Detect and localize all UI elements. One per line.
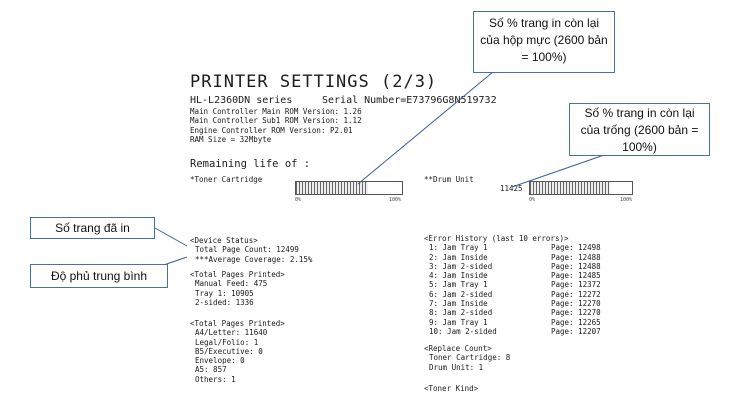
drum-level-empty [609, 182, 632, 194]
error-row: 4: Jam Inside Page: 12485 [424, 271, 601, 281]
version-line: RAM Size = 32Mbyte [190, 134, 272, 144]
error-row: 1: Jam Tray 1 Page: 12498 [424, 243, 601, 253]
total-pages-section: <Total Pages Printed> Manual Feed: 475 T… [190, 270, 285, 307]
error-label: 7: Jam Inside [429, 299, 488, 309]
status-row: Envelope: 0 [195, 356, 245, 366]
replace-count-section: <Replace Count> Toner Cartridge: 8 Drum … [424, 344, 510, 372]
error-page: Page: 12207 [551, 326, 601, 336]
status-row: Drum Unit: 1 [429, 362, 484, 372]
remaining-life-label: Remaining life of : [190, 158, 311, 170]
drum-count: 11425 [500, 184, 523, 193]
drum-label: **Drum Unit [424, 175, 474, 184]
error-label: 1: Jam Tray 1 [429, 243, 488, 253]
error-row: 5: Jam Tray 1 Page: 12372 [424, 280, 601, 290]
device-status-section: <Device Status> Total Page Count: 12499 … [190, 236, 312, 264]
callout-pages-printed: Số trang đã in [30, 217, 155, 239]
error-label: 9: Jam Tray 1 [429, 317, 488, 327]
section-header: <Total Pages Printed> [190, 270, 285, 279]
error-history-section: <Error History (last 10 errors)> 1: Jam … [424, 234, 601, 336]
error-history-rows: 1: Jam Tray 1 Page: 12498 2: Jam Inside Pa… [424, 243, 601, 336]
serial-number: Serial Number=E73796G8N519732 [322, 95, 497, 106]
version-line: Main Controller Main ROM Version: 1.26 [190, 107, 362, 116]
toner-level-empty [368, 182, 402, 194]
error-page: Page: 12498 [551, 243, 601, 253]
status-row: B5/Executive: 0 [195, 346, 263, 356]
section-header: <Replace Count> [424, 344, 492, 353]
error-row: 3: Jam 2-sided Page: 12488 [424, 261, 601, 271]
status-row: 2-sided: 1336 [195, 297, 254, 307]
section-header: <Total Pages Printed> [190, 319, 285, 328]
error-label: 10: Jam 2-sided [429, 326, 497, 336]
error-label: 2: Jam Inside [429, 252, 488, 262]
error-label: 6: Jam 2-sided [429, 289, 493, 299]
total-pages-size-section: <Total Pages Printed> A4/Letter: 11640 L… [190, 319, 285, 384]
status-row: Manual Feed: 475 [195, 279, 268, 289]
status-row: Tray 1: 10905 [195, 288, 254, 298]
toner-kind-header: <Toner Kind> [424, 384, 479, 393]
callout-drum-remaining: Số % trang in còn lại của trống (2600 bả… [569, 103, 710, 156]
error-page: Page: 12372 [551, 280, 601, 290]
version-line: Engine Controller ROM Version: P2.01 [190, 125, 353, 135]
error-page: Page: 12270 [551, 299, 601, 309]
error-row: 8: Jam 2-sided Page: 12270 [424, 308, 601, 318]
status-row: Legal/Folio: 1 [195, 337, 259, 347]
drum-scale-max: 100% [620, 197, 633, 203]
toner-label: *Toner Cartridge [190, 175, 263, 184]
section-header: <Error History (last 10 errors)> [424, 234, 569, 243]
model-name: HL-L2360DN series [190, 95, 293, 106]
error-page: Page: 12488 [551, 261, 601, 271]
drum-level-bar [529, 181, 633, 195]
callout-toner-remaining: Số % trang in còn lại của hộp mực (2600 … [473, 11, 615, 73]
error-row: 2: Jam Inside Page: 12488 [424, 252, 601, 262]
status-row: Others: 1 [195, 374, 236, 384]
error-label: 8: Jam 2-sided [429, 308, 493, 318]
toner-scale-max: 100% [389, 197, 402, 203]
status-row: A5: 857 [195, 365, 227, 375]
version-list: Main Controller Main ROM Version: 1.26 M… [190, 107, 362, 144]
drum-scale-min: 0% [529, 197, 536, 203]
error-label: 5: Jam Tray 1 [429, 280, 488, 290]
toner-scale-min: 0% [295, 197, 302, 203]
callout-average-coverage: Độ phủ trung bình [30, 264, 168, 288]
error-row: 6: Jam 2-sided Page: 12272 [424, 289, 601, 299]
error-row: 10: Jam 2-sided Page: 12207 [424, 326, 601, 336]
error-page: Page: 12272 [551, 289, 601, 299]
error-page: Page: 12485 [551, 271, 601, 281]
error-page: Page: 12270 [551, 308, 601, 318]
error-page: Page: 12265 [551, 317, 601, 327]
section-header: <Device Status> [190, 236, 258, 245]
status-row: A4/Letter: 11640 [195, 328, 268, 338]
status-row: Toner Cartridge: 8 [429, 353, 511, 363]
error-row: 7: Jam Inside Page: 12270 [424, 299, 601, 309]
report-title: PRINTER SETTINGS (2/3) [190, 72, 438, 92]
error-label: 3: Jam 2-sided [429, 261, 493, 271]
error-label: 4: Jam Inside [429, 271, 488, 281]
error-page: Page: 12488 [551, 252, 601, 262]
average-coverage: ***Average Coverage: 2.15% [195, 254, 313, 264]
total-page-count: Total Page Count: 12499 [195, 245, 299, 255]
version-line: Main Controller Sub1 ROM Version: 1.12 [190, 116, 362, 126]
error-row: 9: Jam Tray 1 Page: 12265 [424, 317, 601, 327]
toner-level-bar [295, 181, 403, 195]
